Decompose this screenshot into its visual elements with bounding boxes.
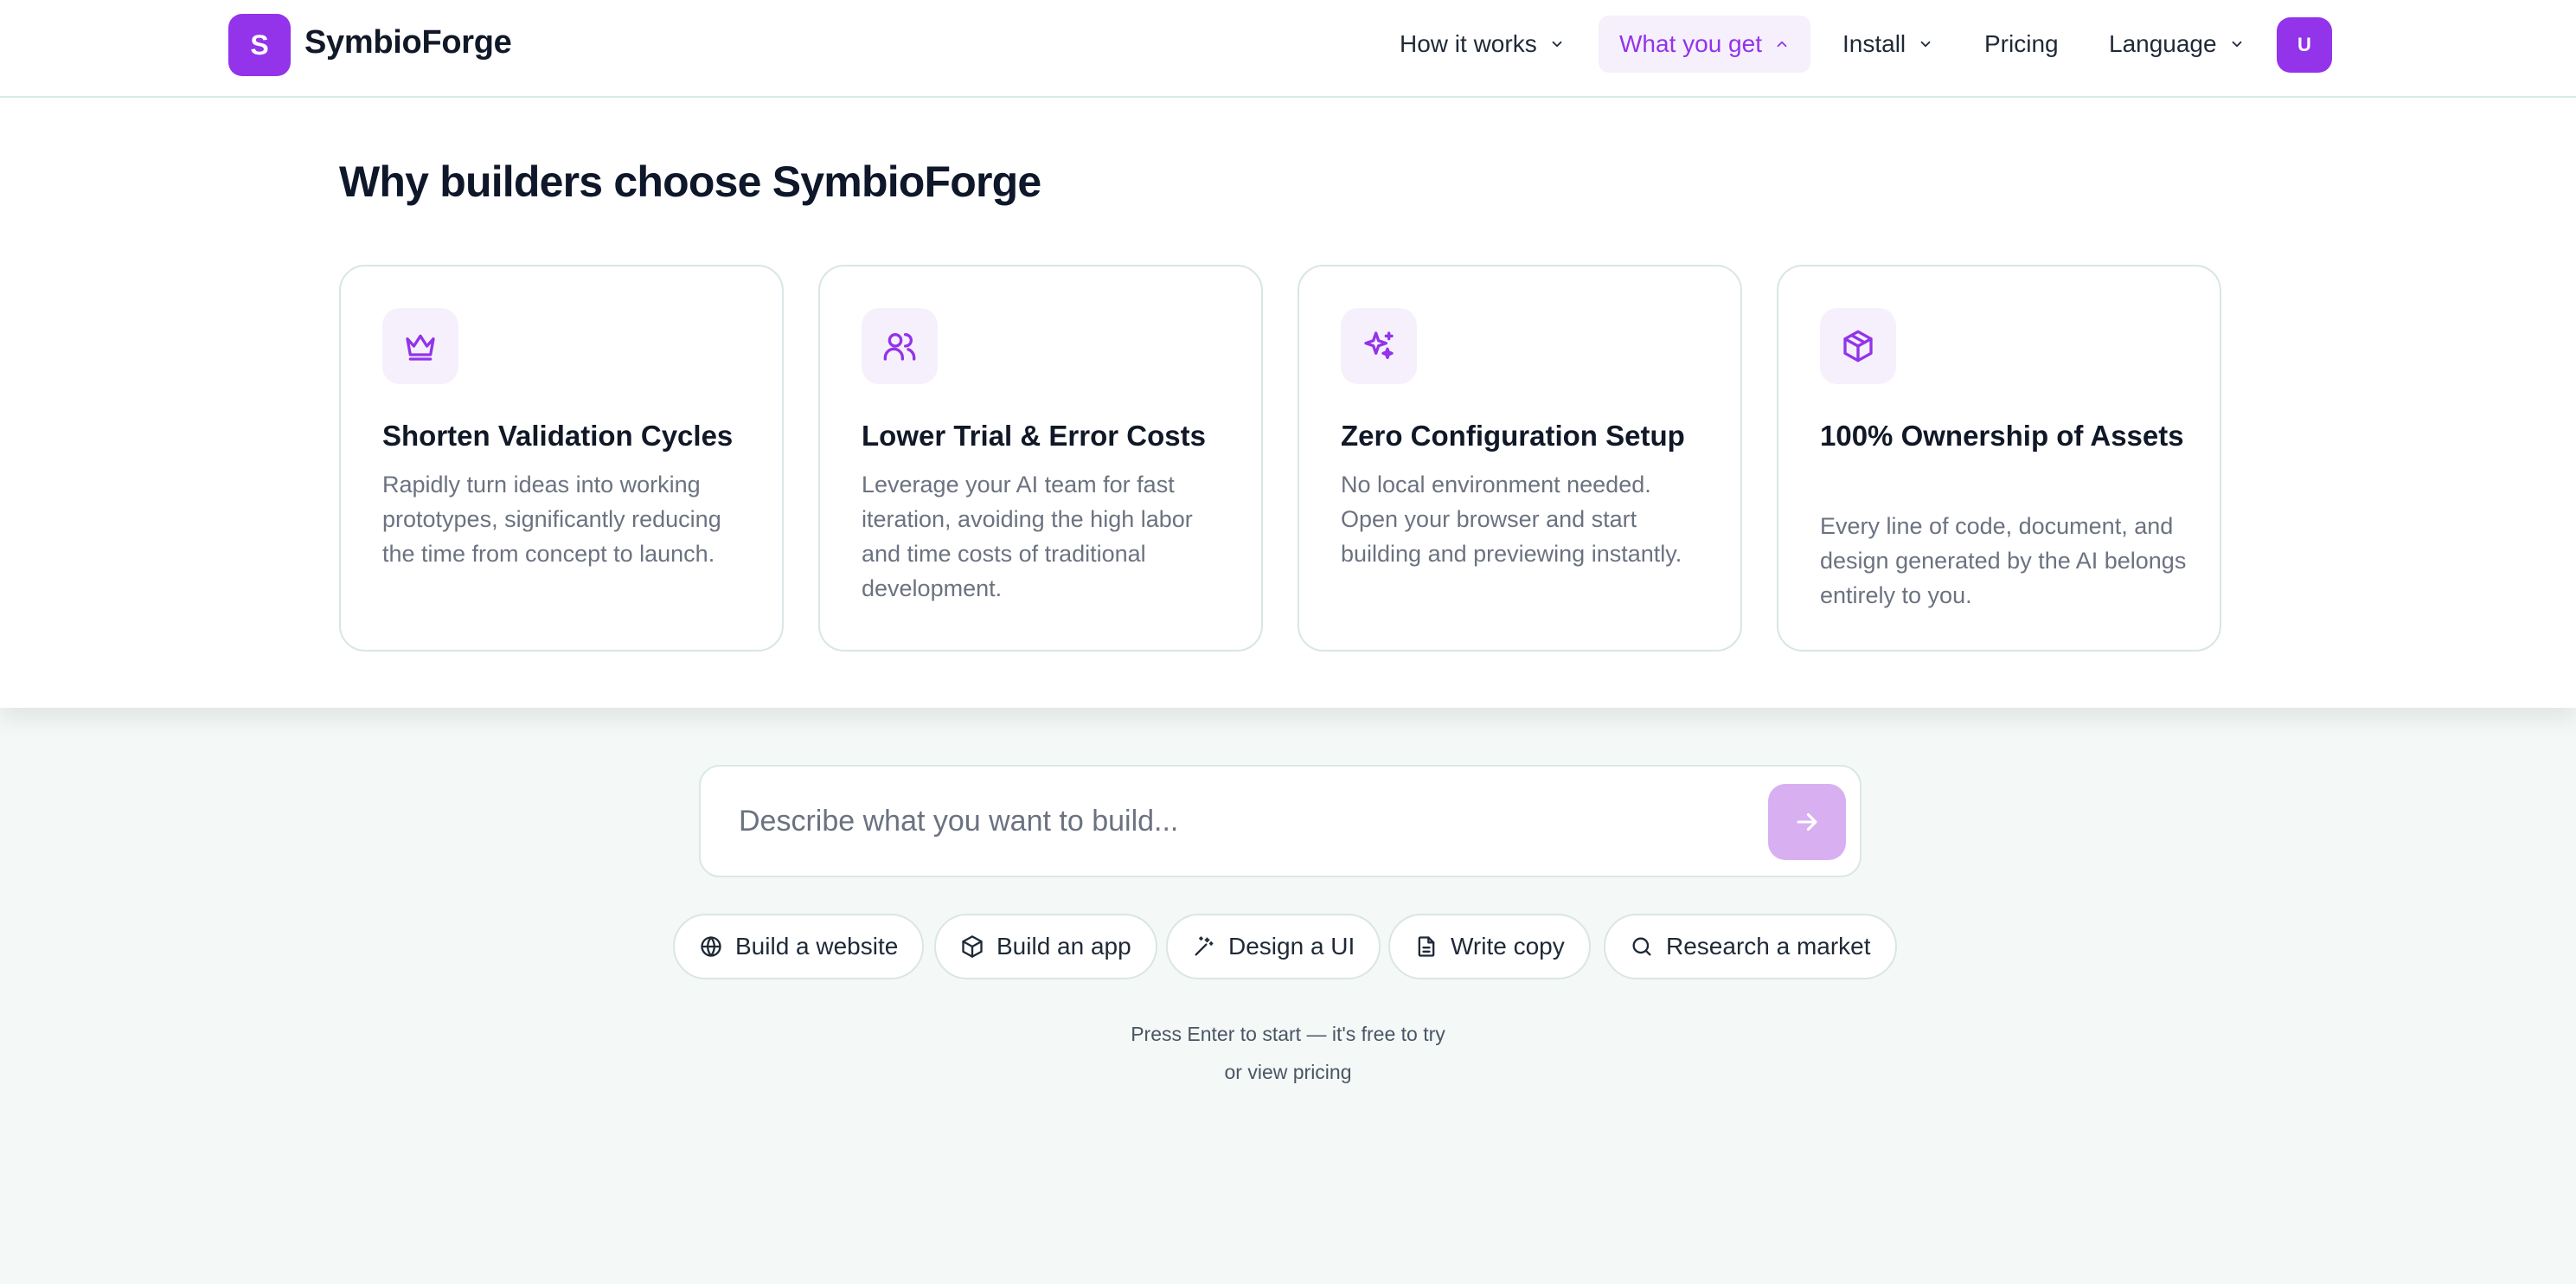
- chip-label: Research a market: [1666, 933, 1871, 960]
- nav-install[interactable]: Install: [1822, 16, 1954, 73]
- hint-view-pricing: or view pricing: [0, 1061, 2576, 1084]
- feature-card-zero-config: Zero Configuration Setup No local enviro…: [1298, 265, 1742, 652]
- brand-name[interactable]: SymbioForge: [304, 24, 512, 61]
- feature-card-title: 100% Ownership of Assets: [1820, 420, 2184, 452]
- user-avatar[interactable]: U: [2277, 17, 2332, 73]
- globe-icon: [701, 936, 721, 957]
- crown-icon: [382, 308, 458, 384]
- sparkles-icon: [1341, 308, 1417, 384]
- feature-card-ownership: 100% Ownership of Assets Every line of c…: [1777, 265, 2221, 652]
- chevron-down-icon: [2232, 41, 2241, 48]
- chip-build-website[interactable]: Build a website: [673, 914, 925, 979]
- nav-pricing[interactable]: Pricing: [1964, 16, 2079, 73]
- wand-icon: [1195, 936, 1214, 956]
- top-nav-bar: S SymbioForge How it works What you get …: [0, 0, 2576, 98]
- chip-label: Build a website: [735, 933, 899, 960]
- nav-language-label: Language: [2109, 30, 2217, 57]
- feature-card-desc: Rapidly turn ideas into working prototyp…: [382, 472, 721, 567]
- users-icon: [862, 308, 938, 384]
- feature-card-validation: Shorten Validation Cycles Rapidly turn i…: [339, 265, 784, 652]
- top-nav-inner: S SymbioForge How it works What you get …: [173, 0, 2387, 98]
- box-icon: [962, 935, 983, 958]
- document-icon: [1418, 936, 1435, 957]
- logo-mark[interactable]: S: [228, 14, 291, 76]
- what-you-get-panel: Why builders choose SymbioForge Shorten …: [0, 98, 2576, 708]
- nav-how-it-works-label: How it works: [1400, 30, 1537, 57]
- chip-label: Write copy: [1451, 933, 1565, 960]
- box-icon: [1820, 308, 1896, 384]
- feature-card-desc: Leverage your AI team for fast iteration…: [862, 472, 1193, 601]
- nav-what-you-get[interactable]: What you get: [1599, 16, 1810, 73]
- chevron-down-icon: [1920, 41, 1931, 48]
- chip-label: Build an app: [996, 933, 1131, 960]
- chip-research-market[interactable]: Research a market: [1604, 914, 1897, 979]
- chevron-down-icon: [1552, 41, 1562, 48]
- nav-what-you-get-label: What you get: [1619, 30, 1762, 57]
- send-button[interactable]: [1768, 784, 1846, 860]
- nav-pricing-label: Pricing: [1984, 30, 2059, 57]
- feature-card-title: Lower Trial & Error Costs: [862, 420, 1206, 452]
- chevron-up-icon: [1777, 41, 1787, 48]
- prompt-composer: [699, 765, 1862, 877]
- feature-card-desc: Every line of code, document, and design…: [1820, 513, 2187, 608]
- arrow-right-icon: [1797, 812, 1817, 831]
- prompt-input[interactable]: [739, 799, 1725, 843]
- feature-card-costs: Lower Trial & Error Costs Leverage your …: [818, 265, 1263, 652]
- chip-build-app[interactable]: Build an app: [934, 914, 1157, 979]
- panel-title: Why builders choose SymbioForge: [339, 157, 1041, 206]
- hint-enter-to-start: Press Enter to start — it's free to try: [1131, 1023, 1445, 1045]
- nav-how-it-works[interactable]: How it works: [1379, 16, 1586, 73]
- feature-card-title: Shorten Validation Cycles: [382, 420, 734, 452]
- search-icon: [1632, 937, 1651, 956]
- feature-card-title: Zero Configuration Setup: [1341, 420, 1685, 452]
- chip-label: Design a UI: [1228, 933, 1355, 960]
- nav-install-label: Install: [1842, 30, 1906, 57]
- feature-card-desc: No local environment needed. Open your b…: [1341, 472, 1682, 567]
- chip-design-ui[interactable]: Design a UI: [1166, 914, 1381, 979]
- chip-write-copy[interactable]: Write copy: [1388, 914, 1591, 979]
- view-pricing-link[interactable]: or view pricing: [1225, 1061, 1352, 1083]
- nav-language[interactable]: Language: [2088, 16, 2265, 73]
